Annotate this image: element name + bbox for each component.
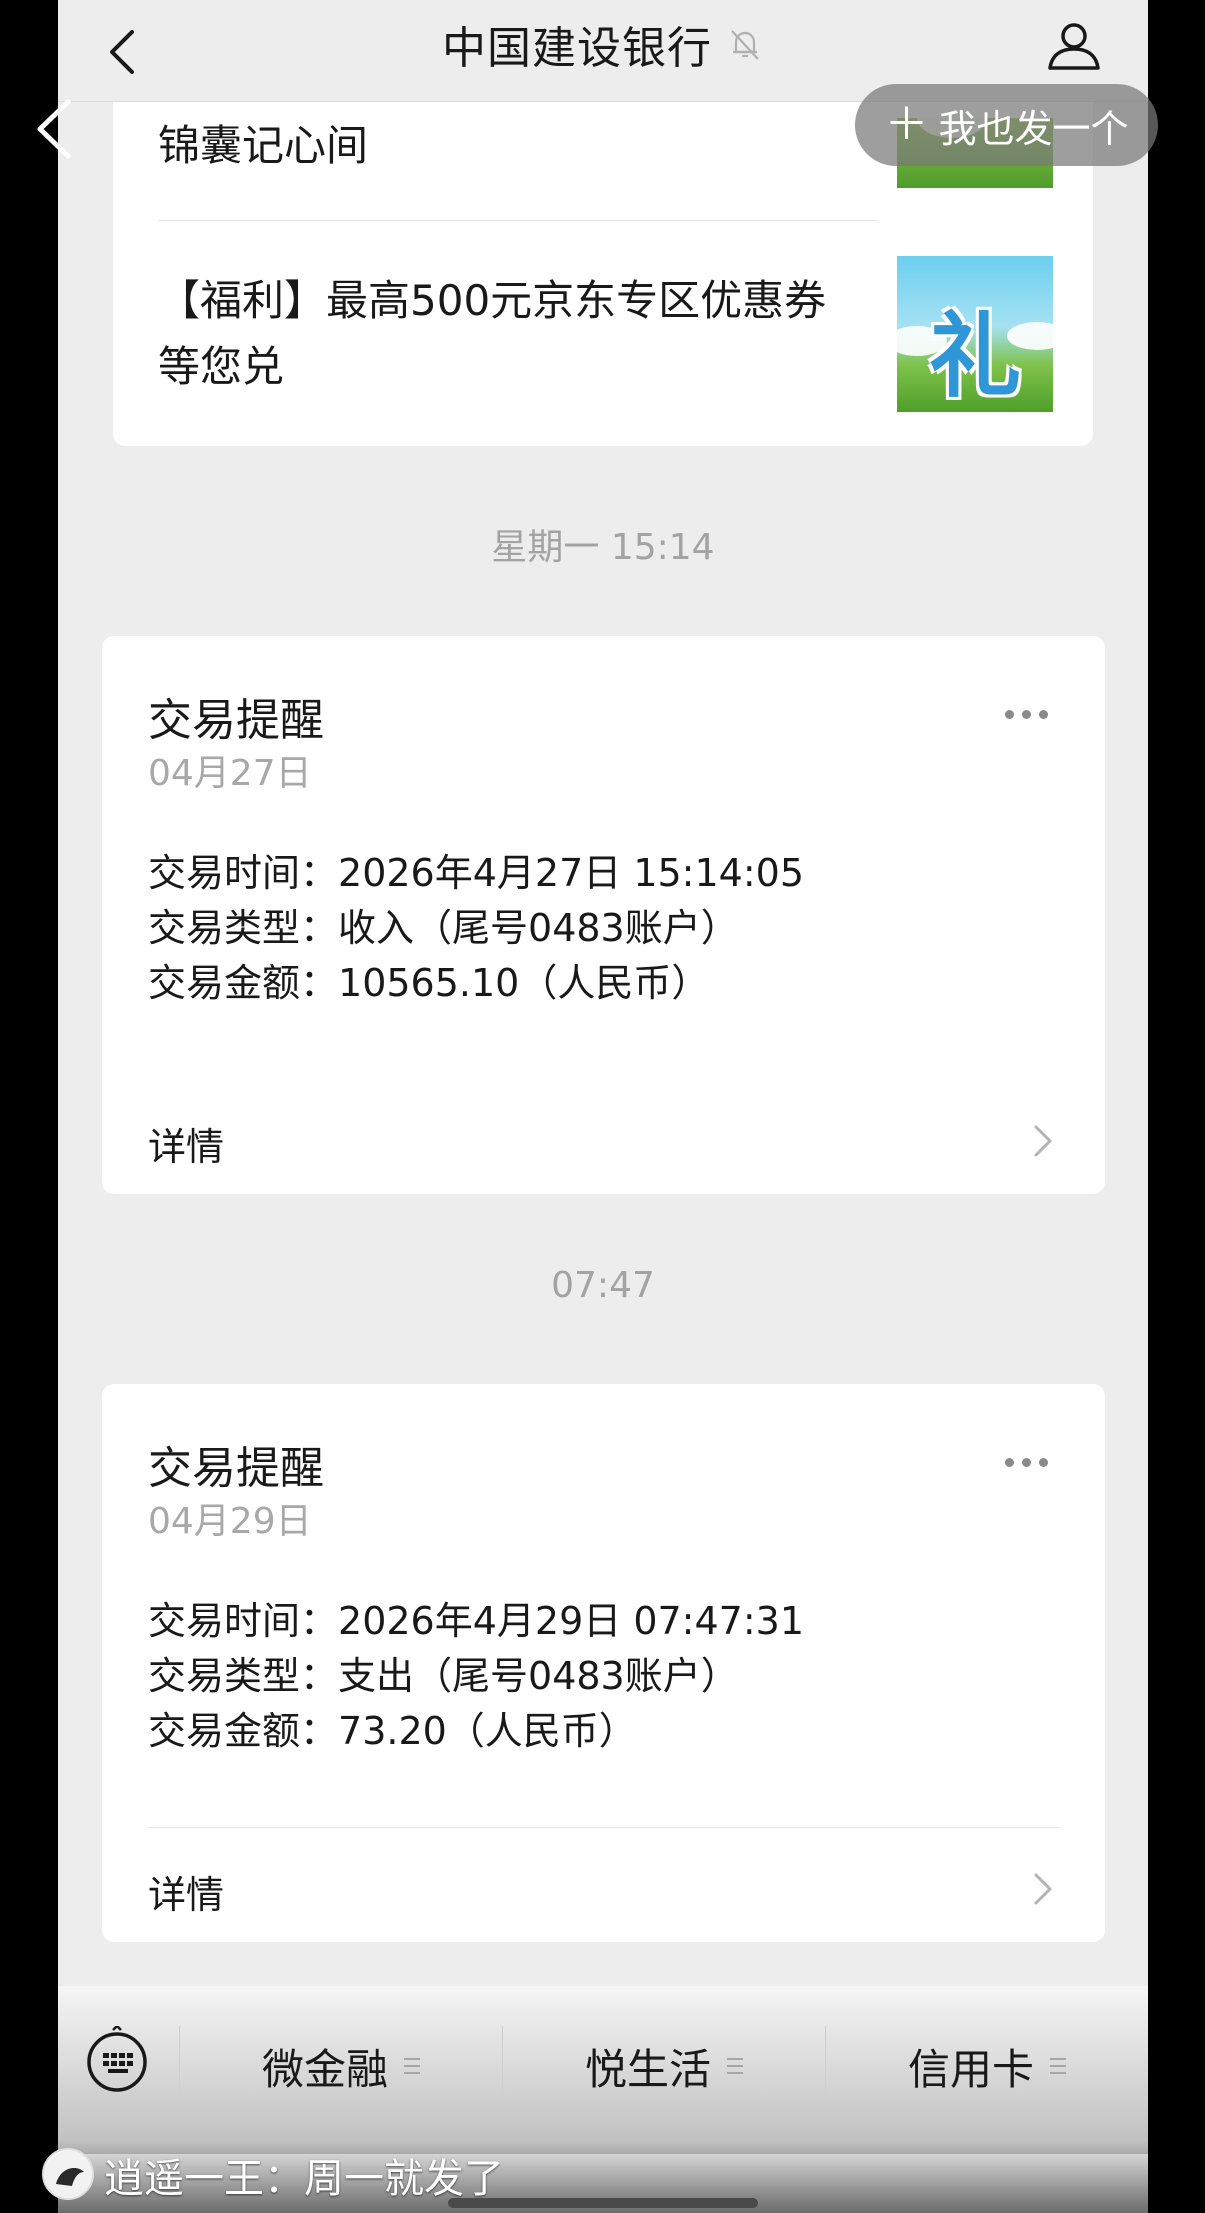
share-button[interactable]: ＋ 我也发一个 [855,84,1158,166]
submenu-icon [1050,2058,1066,2074]
menu-item-label: 微金融 [261,2044,388,2094]
transaction-type: 收入（尾号0483账户） [338,906,739,950]
timestamp-separator: 星期一 15:14 [491,527,715,568]
card-date: 04月27日 [148,753,312,794]
menu-item-xinyongka[interactable]: 信用卡 [826,1986,1148,2146]
field-label: 交易时间： [148,851,339,895]
details-link[interactable]: 详情 [102,1834,1105,1942]
menu-item-label: 信用卡 [907,2044,1034,2094]
gift-thumbnail: 礼 [897,256,1053,412]
transaction-amount: 73.20（人民币） [338,1709,637,1753]
right-black-border [1147,0,1205,2213]
menu-item-yue-shenghuo[interactable]: 悦生活 [503,1986,825,2146]
transaction-time: 2026年4月29日 07:47:31 [338,1599,804,1643]
submenu-icon [404,2058,420,2074]
details-link[interactable]: 详情 [102,1086,1105,1194]
transaction-card[interactable]: 交易提醒 04月29日 交易时间：2026年4月29日 07:47:31 交易类… [102,1384,1105,1942]
page-title: 中国建设银行 [442,23,712,74]
mute-bell-icon [731,30,759,60]
overlay-back-icon[interactable] [30,96,76,162]
details-label: 详情 [148,1125,225,1169]
field-label: 交易金额： [148,1709,339,1753]
share-button-label: 我也发一个 [938,106,1129,151]
comment-text: 逍遥一王：周一就发了 [104,2156,504,2202]
avatar [42,2148,94,2200]
divider [148,1827,1059,1828]
news-item-title[interactable]: 锦囊记心间 [158,112,368,173]
transaction-card[interactable]: 交易提醒 04月27日 交易时间：2026年4月27日 15:14:05 交易类… [102,636,1105,1194]
divider [158,220,878,221]
keyboard-icon[interactable] [84,2026,150,2092]
card-title: 交易提醒 [148,695,324,746]
left-black-border [0,0,58,2213]
transaction-type: 支出（尾号0483账户） [338,1654,739,1698]
card-title: 交易提醒 [148,1443,324,1494]
plus-icon: ＋ [884,99,929,150]
menu-item-wei-jinrong[interactable]: 微金融 [180,1986,502,2146]
more-options-icon[interactable] [1005,1452,1055,1472]
transaction-fields: 交易时间：2026年4月27日 15:14:05 交易类型：收入（尾号0483账… [148,846,804,1011]
transaction-fields: 交易时间：2026年4月29日 07:47:31 交易类型：支出（尾号0483账… [148,1594,804,1759]
chevron-right-icon [1034,1873,1052,1905]
chevron-right-icon [1034,1125,1052,1157]
more-options-icon[interactable] [1005,704,1055,724]
field-label: 交易类型： [148,1654,339,1698]
profile-icon[interactable] [1044,16,1104,76]
gift-icon: 礼 [928,303,1021,410]
field-label: 交易金额： [148,961,339,1005]
field-label: 交易类型： [148,906,339,950]
transaction-time: 2026年4月27日 15:14:05 [338,851,804,895]
transaction-amount: 10565.10（人民币） [338,961,710,1005]
card-date: 04月29日 [148,1501,312,1542]
menu-item-label: 悦生活 [584,2044,711,2094]
details-label: 详情 [148,1873,225,1917]
timestamp-separator: 07:47 [551,1265,655,1306]
bottom-menu-bar: 微金融 悦生活 信用卡 [58,1986,1148,2154]
chat-screen: 锦囊记心间 【福利】最高500元京东专区优惠券等您兑 礼 中国建设银行 星期一 … [58,0,1148,2213]
submenu-icon [727,2058,743,2074]
field-label: 交易时间： [148,1599,339,1643]
news-item-title[interactable]: 【福利】最高500元京东专区优惠券等您兑 [158,268,868,400]
home-indicator[interactable] [448,2198,758,2208]
